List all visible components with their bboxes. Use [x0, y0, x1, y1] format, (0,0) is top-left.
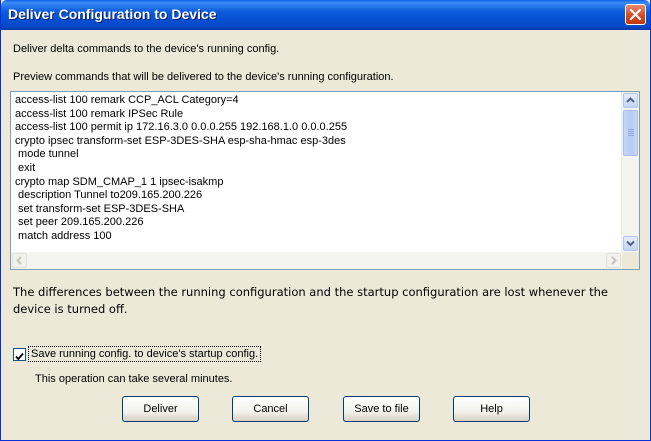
scroll-down-button[interactable]	[623, 236, 638, 251]
command-line: mode tunnel	[15, 148, 79, 161]
command-line: crypto map SDM_CMAP_1 1 ipsec-isakmp	[15, 175, 224, 188]
command-line: exit	[15, 161, 36, 174]
command-line: access-list 100 remark CCP_ACL Category=…	[15, 94, 239, 106]
deliver-button[interactable]: Deliver	[122, 396, 199, 422]
command-line: access-list 100 remark IPSec Rule	[15, 107, 184, 120]
help-button[interactable]: Help	[453, 396, 530, 422]
commands-preview[interactable]: access-list 100 remark CCP_ACL Category=…	[10, 91, 640, 270]
command-line: match address 100	[15, 229, 112, 242]
differences-note: The differences between the running conf…	[13, 285, 609, 316]
vertical-scroll-thumb[interactable]	[623, 110, 638, 156]
intro-text: Deliver delta commands to the device's r…	[13, 43, 280, 55]
scrollbar-corner	[622, 252, 639, 269]
cancel-button[interactable]: Cancel	[232, 396, 309, 422]
dialog-window: Deliver Configuration to Device Deliver …	[0, 0, 651, 441]
preview-label: Preview commands that will be delivered …	[13, 71, 394, 83]
arrow-right-icon	[611, 256, 617, 265]
arrow-left-icon	[16, 256, 22, 265]
save-startup-label[interactable]: Save running config. to device's startup…	[28, 346, 262, 362]
check-icon	[15, 352, 24, 361]
arrow-down-icon	[626, 240, 635, 247]
command-list: access-list 100 remark CCP_ACL Category=…	[15, 94, 615, 244]
scroll-up-button[interactable]	[623, 93, 638, 108]
scroll-left-button[interactable]	[12, 253, 27, 268]
scroll-right-button[interactable]	[606, 253, 621, 268]
save-startup-checkbox[interactable]	[13, 348, 26, 361]
operation-note: This operation can take several minutes.	[35, 373, 233, 385]
window-title: Deliver Configuration to Device	[8, 6, 217, 22]
arrow-up-icon	[626, 97, 635, 103]
command-line: description Tunnel to209.165.200.226	[15, 189, 203, 202]
title-bar[interactable]: Deliver Configuration to Device	[1, 0, 650, 30]
vertical-scrollbar[interactable]	[621, 92, 639, 252]
command-line: set peer 209.165.200.226	[15, 216, 144, 229]
close-button[interactable]	[625, 4, 646, 25]
save-to-file-button[interactable]: Save to file	[343, 396, 420, 422]
close-icon	[629, 8, 642, 21]
command-line: access-list 100 permit ip 172.16.3.0 0.0…	[15, 121, 348, 134]
command-line: set transform-set ESP-3DES-SHA	[15, 202, 185, 215]
command-line: crypto ipsec transform-set ESP-3DES-SHA …	[15, 134, 346, 147]
horizontal-scrollbar[interactable]	[11, 252, 623, 269]
